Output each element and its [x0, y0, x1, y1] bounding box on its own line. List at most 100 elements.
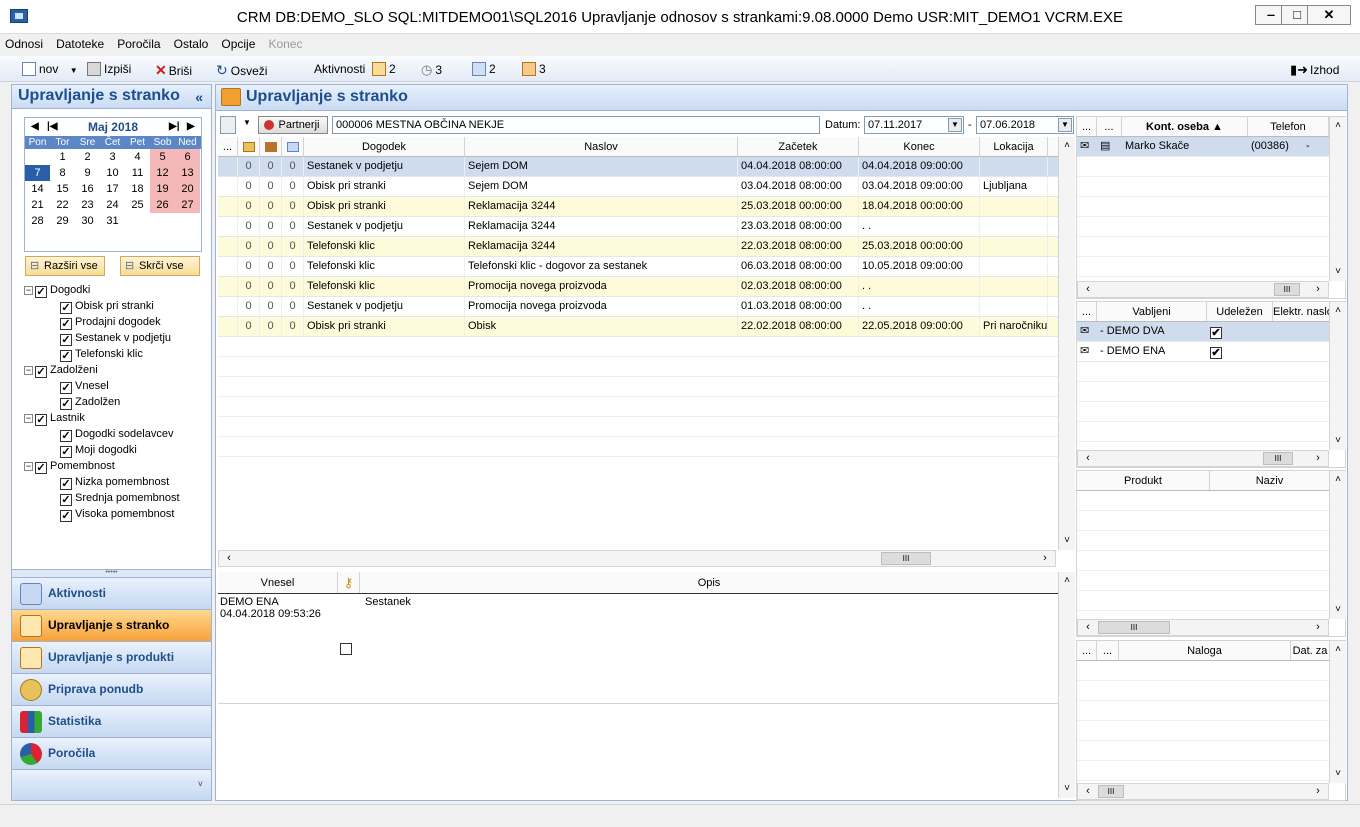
calendar-day[interactable]: 8: [50, 165, 75, 181]
calendar-day[interactable]: 30: [75, 213, 100, 229]
date-to-field[interactable]: 07.06.2018 ▼: [976, 116, 1074, 134]
tree-checkbox[interactable]: ✓: [60, 510, 72, 522]
scroll-thumb[interactable]: III: [881, 552, 931, 565]
activity-clock-button[interactable]: ◷ 3: [421, 62, 442, 78]
event-row[interactable]: 0 0 0 Sestanek v podjetju Promocija novega p…: [218, 297, 1058, 317]
calendar-day[interactable]: 26: [150, 197, 175, 213]
tree-leaf[interactable]: ✓ Vnesel: [24, 378, 209, 394]
events-vertical-scrollbar[interactable]: ˄ ˅: [1058, 137, 1075, 550]
calendar-day[interactable]: 21: [25, 197, 50, 213]
tree-leaf[interactable]: ✓ Visoka pomembnost: [24, 506, 209, 522]
calendar-day[interactable]: 11: [125, 165, 150, 181]
tasks-horizontal-scrollbar[interactable]: ‹ III ›: [1077, 783, 1329, 800]
next-month-icon[interactable]: ▶: [187, 118, 195, 136]
calendar-day[interactable]: 25: [125, 197, 150, 213]
nav-statistika[interactable]: Statistika: [12, 705, 211, 737]
month-calendar[interactable]: ◀ |◀ Maj 2018 ▶| ▶ Pon Tor Sre Čet Pet S…: [24, 117, 202, 252]
tree-node-zadolzeni[interactable]: − ✓ Zadolženi: [24, 362, 209, 378]
calendar-day[interactable]: 17: [100, 181, 125, 197]
invited-horizontal-scrollbar[interactable]: ‹ III ›: [1077, 450, 1329, 467]
event-row[interactable]: 0 0 0 Obisk pri stranki Obisk 22.02.2018 08:0…: [218, 317, 1058, 337]
calendar-day[interactable]: 28: [25, 213, 50, 229]
tree-checkbox[interactable]: ✓: [35, 286, 47, 298]
exit-button[interactable]: ▮➜ Izhod: [1290, 62, 1339, 78]
scroll-left-icon[interactable]: ‹: [1080, 451, 1096, 466]
column-header[interactable]: [282, 137, 304, 156]
calendar-day[interactable]: [125, 213, 150, 229]
tree-leaf[interactable]: ✓ Sestanek v podjetju: [24, 330, 209, 346]
tree-checkbox[interactable]: ✓: [60, 446, 72, 458]
event-row[interactable]: 0 0 0 Sestanek v podjetju Reklamacija 3244 23…: [218, 217, 1058, 237]
scroll-down-icon[interactable]: ˅: [1330, 603, 1346, 617]
invited-vertical-scrollbar[interactable]: ˄ ˅: [1329, 302, 1346, 450]
date-from-field[interactable]: 07.11.2017 ▼: [864, 116, 964, 134]
event-row[interactable]: 0 0 0 Telefonski klic Telefonski klic - dogo…: [218, 257, 1058, 277]
chevron-down-icon[interactable]: ▼: [243, 118, 251, 127]
tree-leaf[interactable]: ✓ Prodajni dogodek: [24, 314, 209, 330]
row-selector[interactable]: [218, 197, 238, 216]
event-row[interactable]: 0 0 0 Sestanek v podjetju Sejem DOM 04.04.201…: [218, 157, 1058, 177]
menu-datoteke[interactable]: Datoteke: [51, 34, 109, 51]
row-selector[interactable]: [218, 177, 238, 196]
scroll-right-icon[interactable]: ›: [1310, 451, 1326, 466]
calendar-day[interactable]: [150, 213, 175, 229]
attended-checkbox[interactable]: ✔: [1210, 347, 1222, 359]
scroll-thumb[interactable]: III: [1274, 283, 1300, 296]
prev-year-icon[interactable]: |◀: [47, 118, 58, 136]
activity-outgoing-button[interactable]: 3: [522, 62, 546, 76]
column-header-zacetek[interactable]: Začetek: [738, 137, 859, 156]
calendar-day[interactable]: 24: [100, 197, 125, 213]
event-row[interactable]: 0 0 0 Telefonski klic Reklamacija 3244 22.03.…: [218, 237, 1058, 257]
nav-priprava-ponudb[interactable]: Priprava ponudb: [12, 673, 211, 705]
scroll-up-icon[interactable]: ˄: [1330, 473, 1346, 487]
row-selector[interactable]: [218, 217, 238, 236]
event-row[interactable]: 0 0 0 Obisk pri stranki Reklamacija 3244 25.0…: [218, 197, 1058, 217]
calendar-day[interactable]: 23: [75, 197, 100, 213]
tree-node-pomembnost[interactable]: − ✓ Pomembnost: [24, 458, 209, 474]
close-button[interactable]: ✕: [1307, 5, 1351, 25]
column-header[interactable]: ...: [1097, 641, 1119, 660]
tree-checkbox[interactable]: ✓: [60, 382, 72, 394]
partner-field[interactable]: 000006 MESTNA OBČINA NEKJE: [332, 116, 820, 134]
tree-checkbox[interactable]: ✓: [60, 430, 72, 442]
row-selector[interactable]: [218, 317, 238, 336]
chevron-down-icon[interactable]: ▼: [1058, 118, 1072, 132]
activity-tasks-button[interactable]: 2: [372, 62, 396, 76]
row-selector[interactable]: [218, 277, 238, 296]
column-header-dogodek[interactable]: Dogodek: [304, 137, 465, 156]
nav-overflow-button[interactable]: ˅: [12, 769, 211, 800]
scroll-up-icon[interactable]: ˄: [1330, 119, 1346, 133]
column-header-telefon[interactable]: Telefon: [1248, 117, 1329, 136]
scroll-right-icon[interactable]: ›: [1310, 620, 1326, 635]
column-header[interactable]: [238, 137, 260, 156]
row-selector[interactable]: [218, 157, 238, 176]
scroll-down-icon[interactable]: ˅: [1059, 782, 1075, 796]
nav-splitter[interactable]: •••••: [12, 569, 211, 577]
menu-odnosi[interactable]: Odnosi: [0, 34, 48, 51]
tree-node-lastnik[interactable]: − ✓ Lastnik: [24, 410, 209, 426]
event-row[interactable]: 0 0 0 Telefonski klic Promocija novega proiz…: [218, 277, 1058, 297]
column-header-naziv[interactable]: Naziv: [1210, 471, 1329, 490]
tree-checkbox[interactable]: ✓: [60, 478, 72, 490]
nav-aktivnosti[interactable]: Aktivnosti: [12, 577, 211, 609]
column-header[interactable]: ⚷: [338, 572, 360, 593]
products-horizontal-scrollbar[interactable]: ‹ III ›: [1077, 619, 1329, 636]
scroll-up-icon[interactable]: ˄: [1059, 139, 1075, 153]
calendar-day[interactable]: [175, 213, 200, 229]
scroll-right-icon[interactable]: ›: [1310, 784, 1326, 799]
contacts-horizontal-scrollbar[interactable]: ‹ III ›: [1077, 281, 1329, 298]
products-vertical-scrollbar[interactable]: ˄ ˅: [1329, 471, 1346, 619]
column-header-lokacija[interactable]: Lokacija: [980, 137, 1048, 156]
tree-checkbox[interactable]: ✓: [60, 494, 72, 506]
scroll-down-icon[interactable]: ˅: [1330, 265, 1346, 279]
collapse-node-icon[interactable]: −: [24, 366, 33, 375]
menu-opcije[interactable]: Opcije: [216, 34, 260, 51]
calendar-day[interactable]: 16: [75, 181, 100, 197]
new-button[interactable]: nov ▼: [22, 62, 78, 76]
document-icon[interactable]: [220, 116, 236, 134]
nav-upravljanje-s-produkti[interactable]: Upravljanje s produkti: [12, 641, 211, 673]
column-header-udelezen[interactable]: Udeležen: [1207, 302, 1273, 321]
column-header-vnesel[interactable]: Vnesel: [218, 572, 338, 593]
calendar-day[interactable]: 22: [50, 197, 75, 213]
calendar-day[interactable]: 9: [75, 165, 100, 181]
